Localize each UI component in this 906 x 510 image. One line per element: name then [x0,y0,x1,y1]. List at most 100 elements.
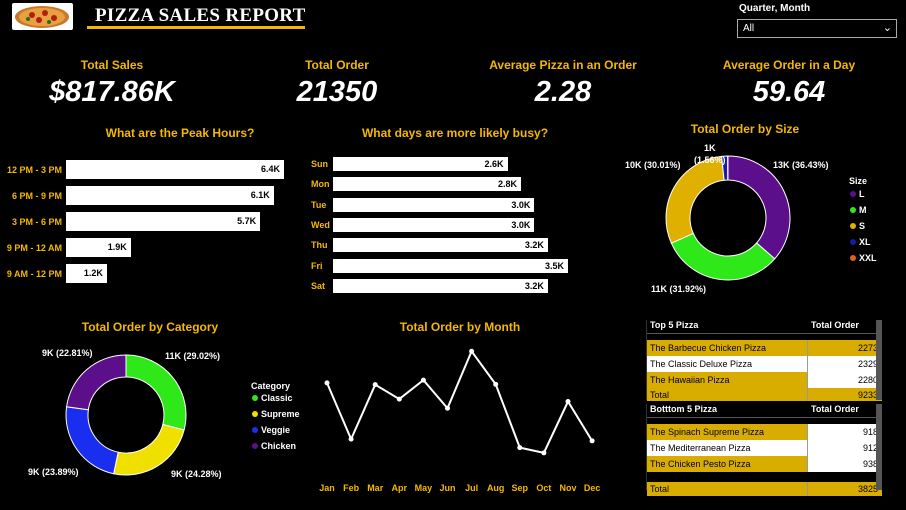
peak-hour-value: 5.7K [237,216,257,226]
category-legend-item[interactable]: Classic [252,393,293,403]
month-point[interactable] [469,348,475,354]
month-point[interactable] [396,396,402,402]
month-tick-label: Oct [536,483,551,493]
month-point[interactable] [324,380,330,386]
month-point[interactable] [541,450,547,456]
month-tick-label: Jul [465,483,478,493]
category-slice[interactable] [113,423,185,476]
month-tick-label: Aug [487,483,505,493]
top5-row-name: The Classic Deluxe Pizza [650,359,753,369]
day-value: 3.2K [524,240,544,251]
category-donut-chart [65,354,187,476]
month-point[interactable] [372,382,378,388]
table-row: The Classic Deluxe Pizza 2329 [647,356,882,372]
size-legend-title: Size [849,176,868,186]
day-value: 3.2K [524,280,544,291]
peak-hour-bar[interactable]: 6.1K [66,186,274,205]
peak-hour-bar[interactable]: 1.2K [66,264,107,283]
size-legend-label: XL [859,237,871,247]
category-legend-item[interactable]: Supreme [252,409,300,419]
month-tick-label: Apr [392,483,408,493]
day-bar[interactable]: 2.6K [333,157,508,171]
category-legend-label: Supreme [261,409,300,419]
quarter-month-dropdown[interactable]: All ⌄ [737,19,897,38]
day-value: 2.8K [497,179,517,190]
day-bar[interactable]: 3.0K [333,217,535,232]
size-legend-item[interactable]: XXL [850,253,877,263]
size-legend-dot-icon [850,191,856,197]
kpi-avg-pizza-label: Average Pizza in an Order [489,58,637,72]
day-bar[interactable]: 2.8K [333,177,521,192]
size-legend-item[interactable]: L [850,189,865,199]
size-legend-label: XXL [859,253,877,263]
day-bar[interactable]: 3.5K [333,258,568,273]
size-legend-label: S [859,221,866,231]
kpi-total-sales-value: $817.86K [49,76,175,108]
size-legend-item[interactable]: XL [850,237,871,247]
size-label-m: 11K (31.92%) [651,284,707,294]
table-total-row: Total 3825 [647,482,882,496]
day-label: Thu [311,240,328,251]
month-chart-title: Total Order by Month [399,320,521,334]
size-label-l: 13K (36.43%) [773,160,829,170]
top5-row-name: The Hawaiian Pizza [650,375,730,385]
kpi-avg-order-value: 59.64 [752,76,826,108]
day-bar[interactable]: 3.0K [333,197,535,212]
month-point[interactable] [589,438,595,444]
busy-days-title: What days are more likely busy? [361,126,549,140]
month-point[interactable] [565,399,571,405]
bottom5-table[interactable]: Botttom 5 Pizza Total Order The Spinach … [646,404,882,496]
day-label: Wed [311,219,330,230]
peak-hour-label: 3 PM - 6 PM [11,217,62,227]
day-bar[interactable]: 3.2K [333,278,548,293]
category-legend-item[interactable]: Veggie [252,425,290,435]
month-point[interactable] [493,381,499,387]
month-series-line [326,349,593,455]
bottom5-header: Botttom 5 Pizza Total Order [647,404,882,418]
bottom5-row-name: The Mediterranean Pizza [650,443,751,453]
top5-header-name: Top 5 Pizza [650,320,699,330]
peak-hour-label: 9 PM - 12 AM [6,243,62,253]
top5-table[interactable]: Top 5 Pizza Total Order The Barbecue Chi… [646,320,882,401]
category-legend-dot-icon [252,443,258,449]
month-tick-label: Nov [559,483,576,493]
peak-hour-value: 1.2K [83,268,103,278]
day-bar[interactable]: 3.2K [333,238,548,253]
day-label: Tue [311,199,327,210]
category-legend-label: Chicken [261,441,297,451]
day-value: 3.0K [511,219,531,230]
peak-hour-bar[interactable]: 6.4K [66,160,284,179]
peak-hour-bar[interactable]: 5.7K [66,212,261,231]
month-point[interactable] [420,377,426,383]
table-row: The Spinach Supreme Pizza 918 [647,424,882,440]
size-label-s: 10K (30.01%) [625,160,681,170]
bottom5-scrollbar[interactable] [876,404,882,490]
peak-hour-bar[interactable]: 1.9K [66,238,131,257]
category-legend-dot-icon [252,427,258,433]
top5-scrollbar[interactable] [876,320,882,400]
kpi-total-order-value: 21350 [296,76,378,108]
size-legend-label: M [859,205,867,215]
size-slice[interactable] [727,155,791,260]
month-point[interactable] [348,436,354,442]
day-value: 3.5K [544,260,564,271]
month-point[interactable] [445,405,450,411]
size-legend-item[interactable]: S [850,221,865,231]
month-tick-label: Mar [367,483,384,493]
bottom5-header-name: Botttom 5 Pizza [650,404,718,414]
category-slice[interactable] [125,354,187,431]
month-line-chart: Jan Feb Mar Apr May Jun Jul Aug Sep Oct Nov Dec [319,348,600,493]
peak-hour-label: 9 AM - 12 PM [6,269,62,279]
table-row: The Hawaiian Pizza 2280 [647,372,882,388]
size-legend-item[interactable]: M [850,205,867,215]
month-tick-label: May [415,483,433,493]
filter-value: All [743,23,755,34]
top5-header: Top 5 Pizza Total Order [647,320,882,334]
category-slice[interactable] [65,406,119,475]
category-legend-item[interactable]: Chicken [252,441,296,451]
filter-label: Quarter, Month [739,3,811,14]
bottom5-total-value: 3825 [807,482,882,496]
category-slice[interactable] [66,354,127,411]
bottom5-row-value: 938 [807,456,882,472]
month-point[interactable] [517,445,523,451]
